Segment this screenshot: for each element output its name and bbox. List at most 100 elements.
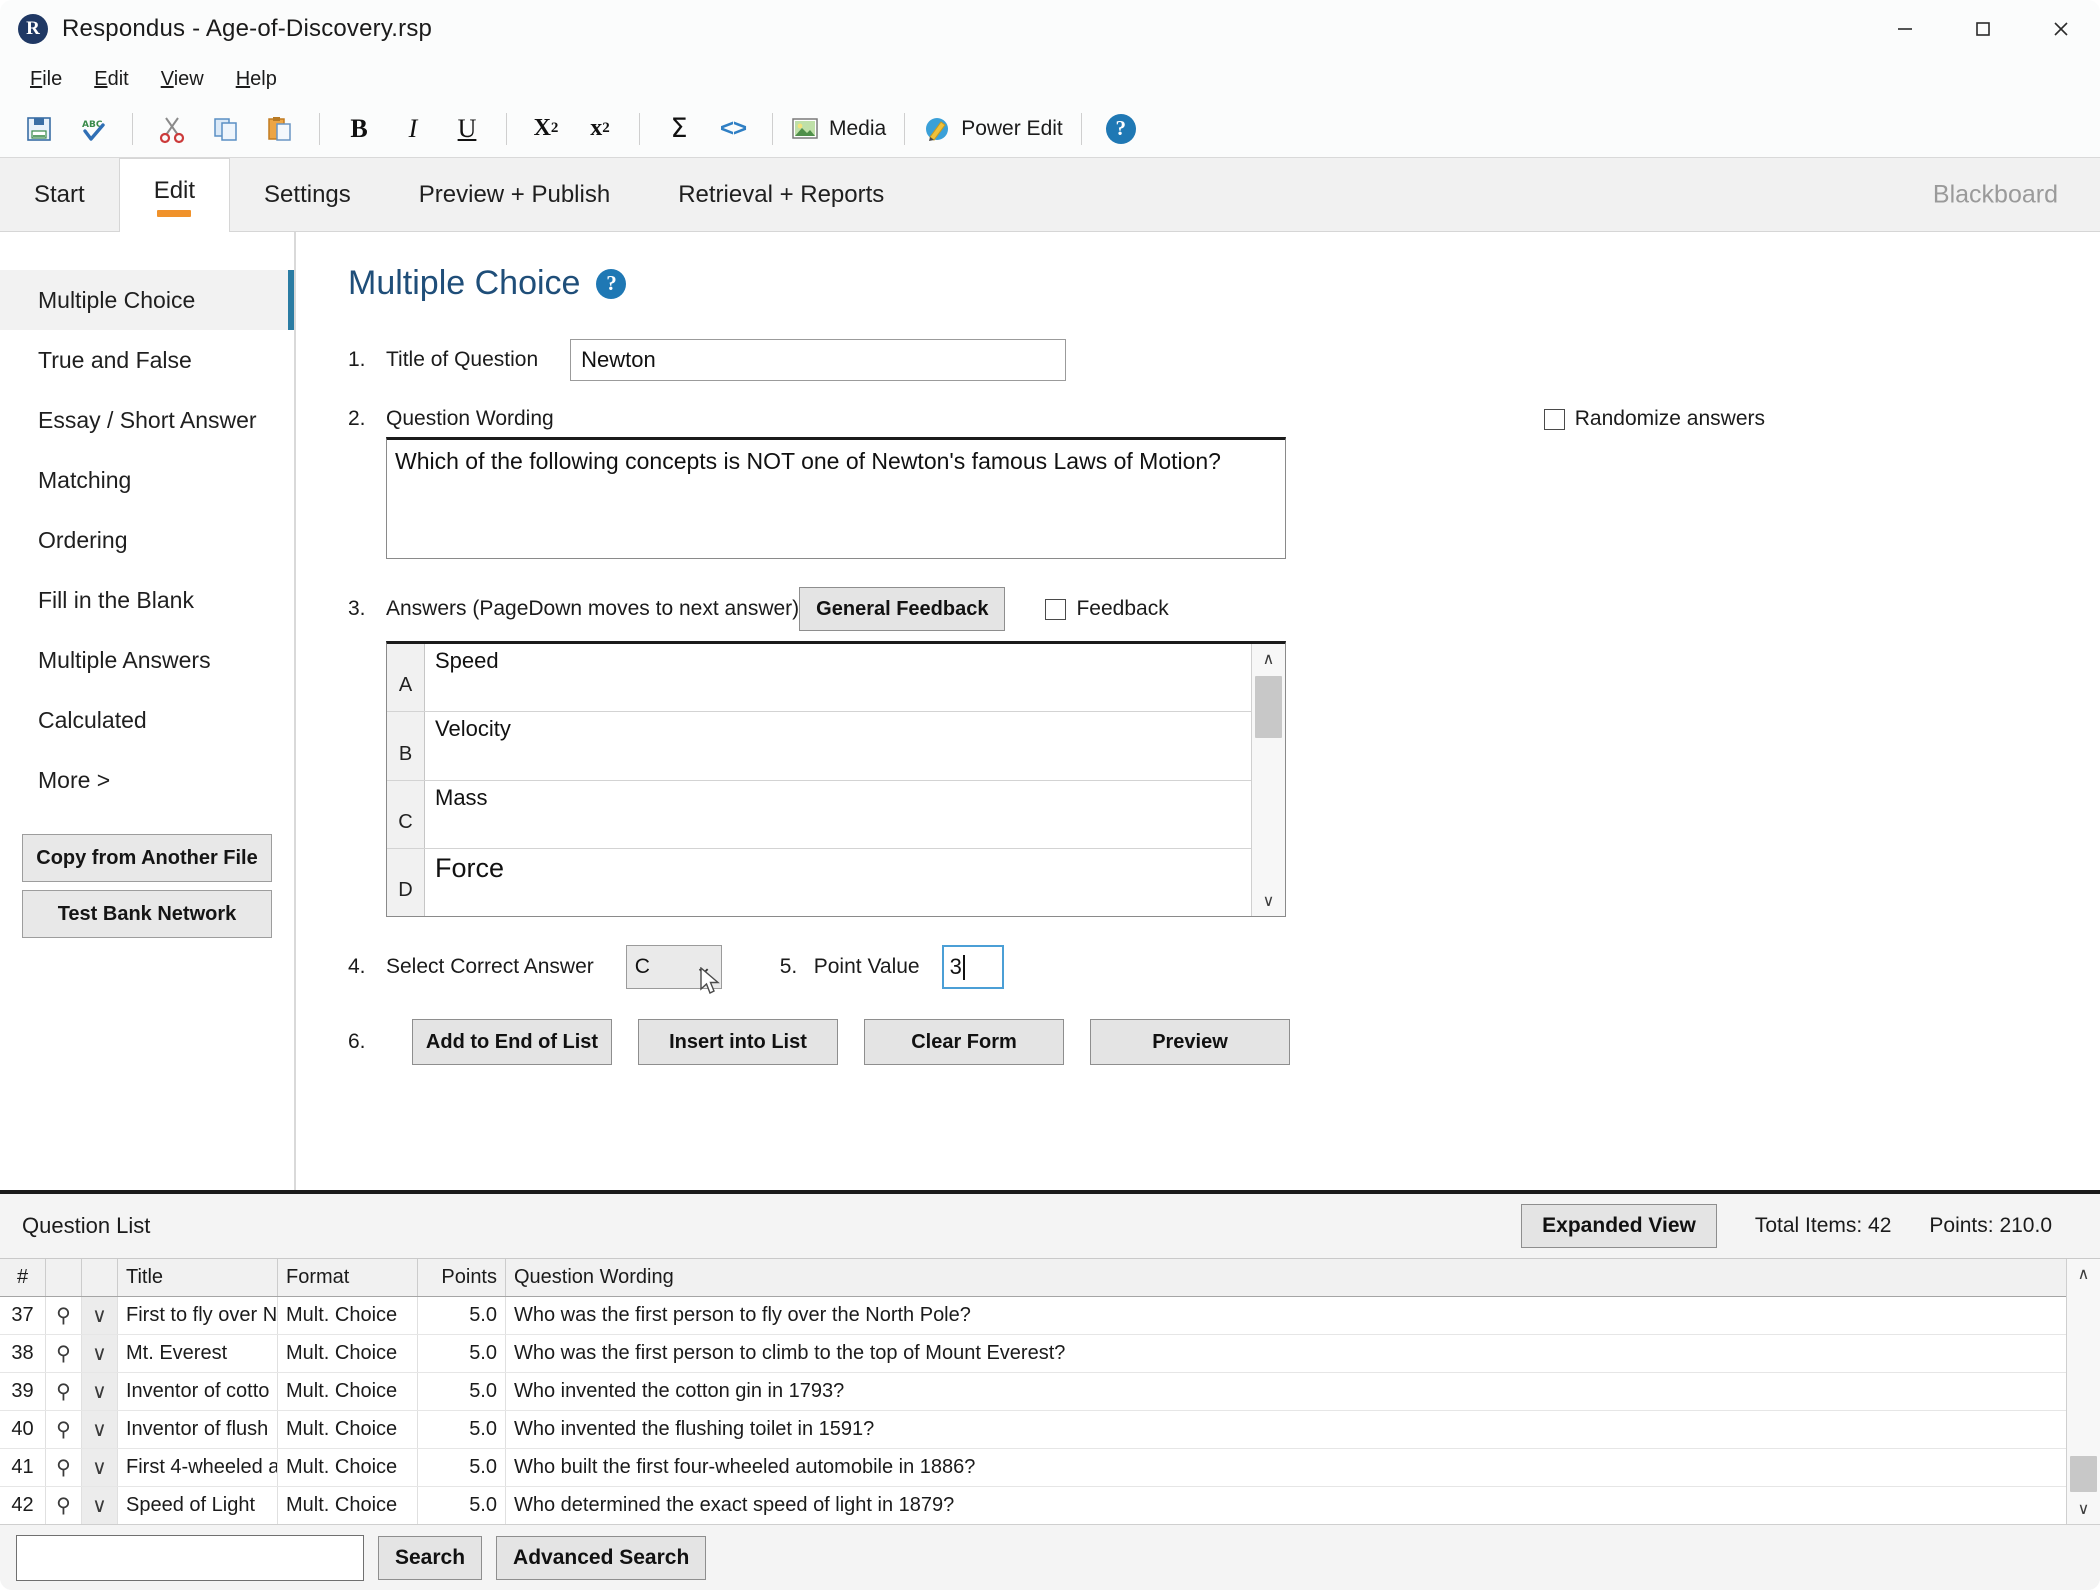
answers-scrollbar[interactable]: ∧ ∨: [1251, 644, 1285, 916]
row-preview-icon[interactable]: ⚲: [46, 1373, 82, 1410]
row-menu-icon[interactable]: ∨: [82, 1373, 118, 1410]
table-row[interactable]: 37 ⚲ ∨ First to fly over N Mult. Choice …: [0, 1297, 2066, 1335]
general-feedback-button[interactable]: General Feedback: [799, 587, 1006, 631]
column-header-points[interactable]: Points: [418, 1259, 506, 1296]
sidebar-item-matching[interactable]: Matching: [0, 450, 294, 510]
question-wording-textarea[interactable]: Which of the following concepts is NOT o…: [386, 437, 1286, 559]
advanced-search-button[interactable]: Advanced Search: [496, 1535, 707, 1580]
scroll-thumb[interactable]: [1255, 676, 1282, 738]
tab-settings[interactable]: Settings: [230, 158, 385, 231]
row-menu-icon[interactable]: ∨: [82, 1449, 118, 1486]
maximize-button[interactable]: [1944, 0, 2022, 58]
correct-answer-select[interactable]: C ⌄: [625, 945, 722, 989]
help-button[interactable]: ?: [1094, 106, 1148, 152]
table-row[interactable]: 39 ⚲ ∨ Inventor of cotto Mult. Choice 5.…: [0, 1373, 2066, 1411]
search-button[interactable]: Search: [378, 1535, 483, 1580]
row-menu-icon[interactable]: ∨: [82, 1411, 118, 1448]
italic-button[interactable]: I: [386, 106, 440, 152]
sidebar-item-multiple-answers[interactable]: Multiple Answers: [0, 630, 294, 690]
row-preview-icon[interactable]: ⚲: [46, 1335, 82, 1372]
menu-help[interactable]: Help: [220, 64, 293, 95]
randomize-answers-checkbox[interactable]: Randomize answers: [1543, 407, 1765, 431]
row-menu-icon[interactable]: ∨: [82, 1487, 118, 1524]
tab-retrieval-reports[interactable]: Retrieval + Reports: [644, 158, 918, 231]
point-value-input[interactable]: 3: [941, 945, 1004, 989]
answer-text-input[interactable]: Speed: [425, 644, 1251, 711]
table-row[interactable]: 40 ⚲ ∨ Inventor of flush Mult. Choice 5.…: [0, 1411, 2066, 1449]
search-input[interactable]: [16, 1534, 364, 1581]
column-header-title[interactable]: Title: [118, 1259, 278, 1296]
cell-title: First 4-wheeled a: [118, 1449, 278, 1486]
answer-text-input[interactable]: Force: [425, 849, 1251, 916]
sidebar-item-true-and-false[interactable]: True and False: [0, 330, 294, 390]
insert-into-list-button[interactable]: Insert into List: [638, 1019, 838, 1065]
row-preview-icon[interactable]: ⚲: [46, 1297, 82, 1334]
table-row[interactable]: 38 ⚲ ∨ Mt. Everest Mult. Choice 5.0 Who …: [0, 1335, 2066, 1373]
paste-button[interactable]: [253, 106, 307, 152]
step-number: 3.: [348, 597, 366, 620]
question-list-title: Question List: [22, 1213, 151, 1238]
copy-button[interactable]: [199, 106, 253, 152]
cell-format: Mult. Choice: [278, 1335, 418, 1372]
menu-edit[interactable]: Edit: [78, 64, 144, 95]
column-header-number[interactable]: #: [0, 1259, 46, 1296]
help-circle-icon[interactable]: ?: [596, 268, 627, 299]
scroll-down-icon[interactable]: ∨: [2067, 1494, 2100, 1524]
sidebar-item-calculated[interactable]: Calculated: [0, 690, 294, 750]
table-row[interactable]: 42 ⚲ ∨ Speed of Light Mult. Choice 5.0 W…: [0, 1487, 2066, 1524]
copy-from-another-file-button[interactable]: Copy from Another File: [22, 834, 272, 882]
preview-button[interactable]: Preview: [1090, 1019, 1290, 1065]
clear-form-button[interactable]: Clear Form: [864, 1019, 1064, 1065]
sidebar-item-ordering[interactable]: Ordering: [0, 510, 294, 570]
scroll-up-icon[interactable]: ∧: [2067, 1259, 2100, 1289]
spellcheck-button[interactable]: ABC: [66, 106, 120, 152]
bold-button[interactable]: B: [332, 106, 386, 152]
scroll-track[interactable]: [1252, 674, 1285, 886]
power-edit-button[interactable]: Power Edit: [917, 106, 1069, 152]
sidebar-item-more[interactable]: More >: [0, 750, 294, 810]
menu-file[interactable]: File: [14, 64, 78, 95]
cell-question-wording: Who invented the cotton gin in 1793?: [514, 1380, 845, 1402]
media-button[interactable]: Media: [785, 106, 892, 152]
scroll-up-icon[interactable]: ∧: [1252, 644, 1285, 674]
title-of-question-input[interactable]: Newton: [570, 339, 1067, 381]
row-preview-icon[interactable]: ⚲: [46, 1411, 82, 1448]
cell-points: 5.0: [418, 1335, 506, 1372]
row-preview-icon[interactable]: ⚲: [46, 1449, 82, 1486]
table-row[interactable]: 41 ⚲ ∨ First 4-wheeled a Mult. Choice 5.…: [0, 1449, 2066, 1487]
question-list-scrollbar[interactable]: ∧ ∨: [2066, 1259, 2100, 1524]
close-button[interactable]: [2022, 0, 2100, 58]
tab-start[interactable]: Start: [0, 158, 119, 231]
tab-preview-publish[interactable]: Preview + Publish: [385, 158, 644, 231]
html-source-button[interactable]: <>: [706, 106, 760, 152]
underline-button[interactable]: U: [440, 106, 494, 152]
answer-text-input[interactable]: Mass: [425, 781, 1251, 848]
column-header-format[interactable]: Format: [278, 1259, 418, 1296]
menu-view[interactable]: View: [145, 64, 220, 95]
feedback-checkbox[interactable]: Feedback: [1045, 597, 1169, 621]
subscript-button[interactable]: X2: [519, 106, 573, 152]
sidebar-item-fill-in-the-blank[interactable]: Fill in the Blank: [0, 570, 294, 630]
row-preview-icon[interactable]: ⚲: [46, 1487, 82, 1524]
superscript-button[interactable]: x2: [573, 106, 627, 152]
column-header-preview[interactable]: [46, 1259, 82, 1296]
cut-button[interactable]: [145, 106, 199, 152]
sidebar-item-multiple-choice[interactable]: Multiple Choice: [0, 270, 294, 330]
add-to-end-of-list-button[interactable]: Add to End of List: [412, 1019, 612, 1065]
menu-edit-mnemonic: E: [94, 67, 108, 90]
column-header-question-wording[interactable]: Question Wording: [506, 1259, 2066, 1296]
test-bank-network-button[interactable]: Test Bank Network: [22, 890, 272, 938]
column-header-menu[interactable]: [82, 1259, 118, 1296]
tab-edit[interactable]: Edit: [118, 158, 231, 232]
answer-text-input[interactable]: Velocity: [425, 712, 1251, 779]
equation-button[interactable]: Σ: [652, 106, 706, 152]
minimize-button[interactable]: [1866, 0, 1944, 58]
scroll-down-icon[interactable]: ∨: [1252, 886, 1285, 916]
row-menu-icon[interactable]: ∨: [82, 1297, 118, 1334]
sidebar-item-essay-short-answer[interactable]: Essay / Short Answer: [0, 390, 294, 450]
expanded-view-button[interactable]: Expanded View: [1521, 1204, 1717, 1248]
scroll-thumb[interactable]: [2070, 1456, 2097, 1492]
scroll-track[interactable]: [2067, 1289, 2100, 1494]
save-button[interactable]: [12, 106, 66, 152]
row-menu-icon[interactable]: ∨: [82, 1335, 118, 1372]
